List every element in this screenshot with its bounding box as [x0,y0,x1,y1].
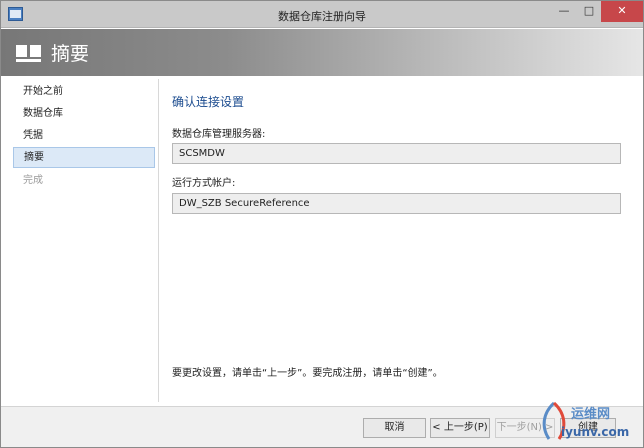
wizard-icon [16,45,41,62]
watermark-url: iyunv.com [561,425,630,439]
wizard-window: 数据仓库注册向导 — □ ✕ 摘要 开始之前 数据仓库 凭据 摘要 完成 确认连… [0,0,644,448]
summary-content: 确认连接设置 数据仓库管理服务器: SCSMDW 运行方式帐户: DW_SZB … [161,79,635,404]
server-label: 数据仓库管理服务器: [172,129,266,140]
title-bar[interactable]: 数据仓库注册向导 — □ ✕ [1,1,643,28]
nav-item-data-warehouse[interactable]: 数据仓库 [13,103,155,124]
nav-item-completion: 完成 [23,175,43,186]
wizard-nav: 开始之前 数据仓库 凭据 摘要 完成 [9,79,159,402]
page-title: 摘要 [51,43,90,65]
account-value: DW_SZB SecureReference [172,193,621,214]
watermark: 运维网 iyunv.com [531,399,639,445]
nav-item-before-you-begin[interactable]: 开始之前 [13,81,155,102]
watermark-text: 运维网 [571,407,611,422]
section-title: 确认连接设置 [172,95,245,109]
window-title: 数据仓库注册向导 [278,10,366,23]
minimize-button[interactable]: — [551,1,577,22]
nav-item-credentials[interactable]: 凭据 [13,125,155,146]
maximize-button[interactable]: □ [577,1,601,22]
page-header: 摘要 [1,29,643,76]
previous-button[interactable]: < 上一步(P) [430,418,490,438]
account-label: 运行方式帐户: [172,178,236,189]
cancel-button[interactable]: 取消 [363,418,426,438]
instruction-text: 要更改设置，请单击“上一步”。要完成注册，请单击“创建”。 [172,368,443,379]
nav-item-summary[interactable]: 摘要 [13,147,155,168]
server-value: SCSMDW [172,143,621,164]
close-button[interactable]: ✕ [601,1,643,22]
